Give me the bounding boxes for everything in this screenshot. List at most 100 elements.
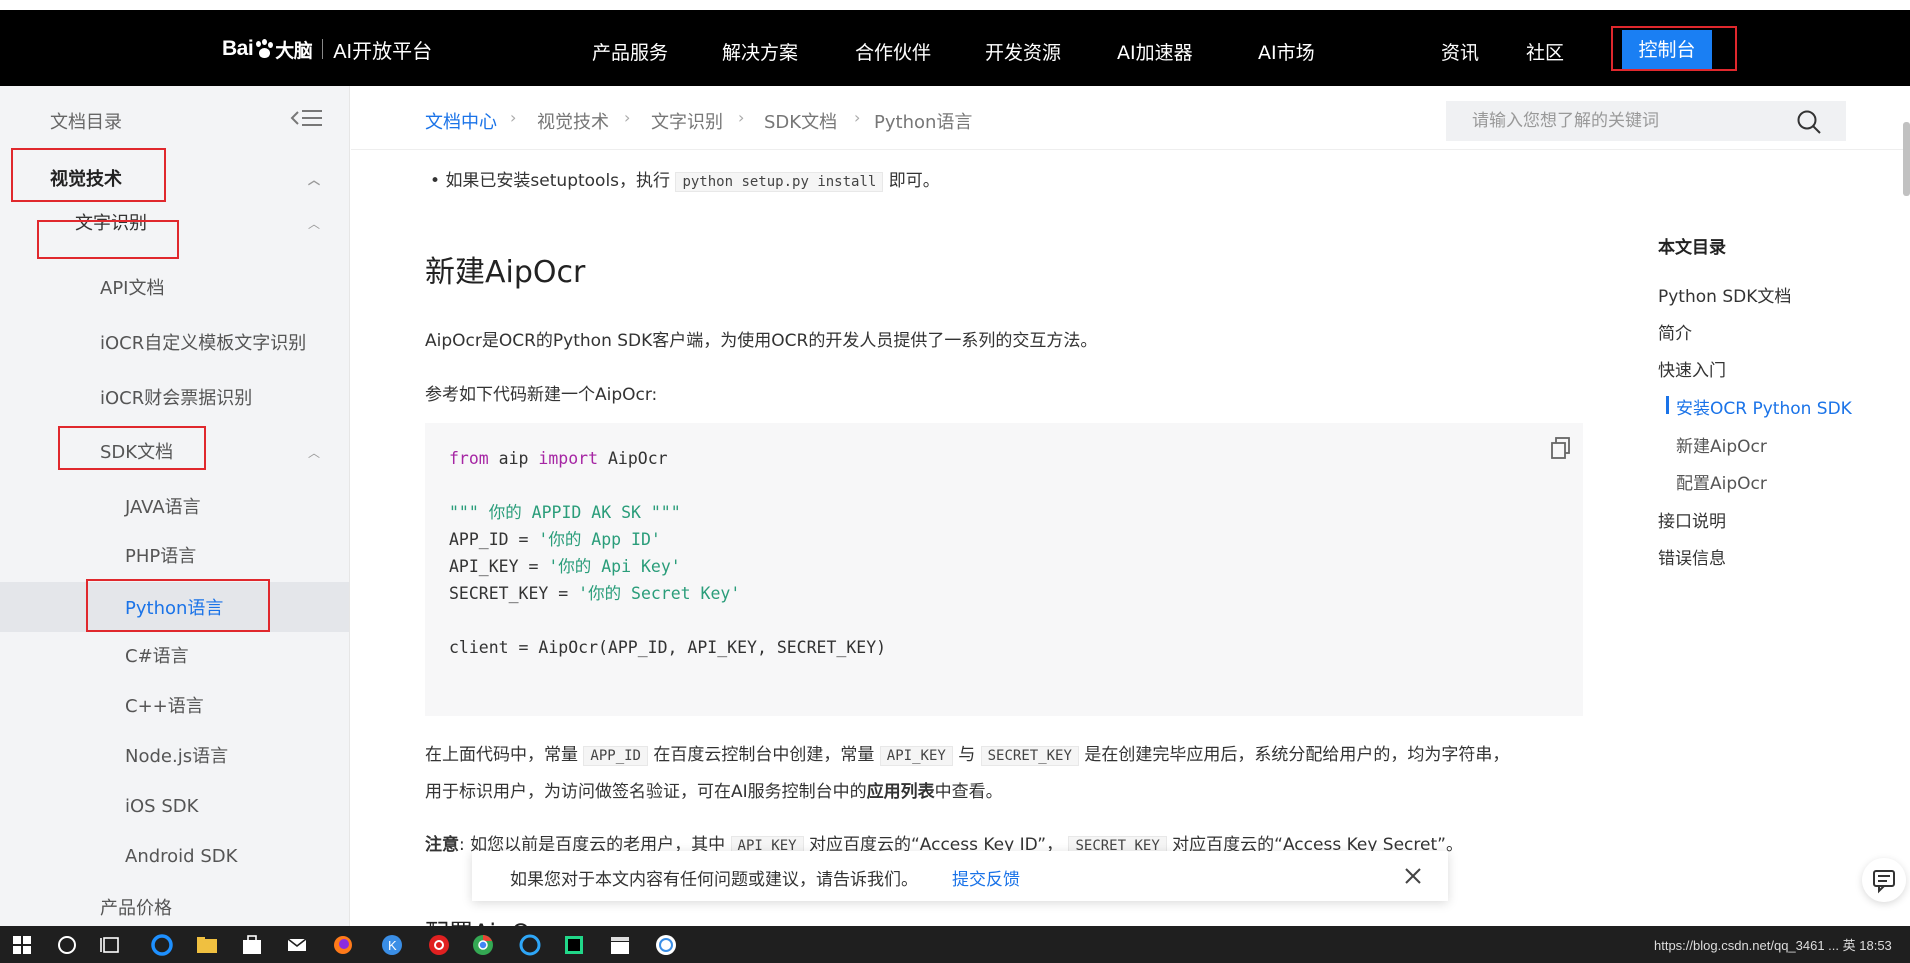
store-icon[interactable] <box>240 933 264 957</box>
logo-divider <box>322 39 324 59</box>
sidebar-item-ios[interactable]: iOS SDK <box>0 787 349 827</box>
netease-music-icon[interactable] <box>427 933 451 957</box>
nav-solutions[interactable]: 解决方案 <box>722 38 798 65</box>
nav-products[interactable]: 产品服务 <box>592 38 668 65</box>
submit-feedback-link[interactable]: 提交反馈 <box>952 865 1020 890</box>
search-input[interactable] <box>1446 101 1786 141</box>
chevron-up-icon: ︿ <box>308 173 321 187</box>
sidebar-item-iocr-template[interactable]: iOCR自定义模板文字识别 <box>0 324 349 364</box>
sidebar-item-cpp[interactable]: C++语言 <box>0 687 349 727</box>
toc-item-new-aipocr[interactable]: 新建AipOcr <box>1676 432 1767 457</box>
sidebar-item-iocr-finance[interactable]: iOCR财会票据识别 <box>0 379 349 419</box>
baidu-ai-logo[interactable]: Bai 大脑 AI开放平台 <box>222 34 432 64</box>
k-app-icon[interactable]: K <box>380 933 404 957</box>
sidebar-item-ocr[interactable]: 文字识别 ︿ <box>0 204 349 244</box>
chevron-right-icon: › <box>624 108 631 127</box>
chevron-right-icon: › <box>854 108 861 127</box>
toc-item-quickstart[interactable]: 快速入门 <box>1658 356 1726 381</box>
breadcrumb-sdk-docs[interactable]: SDK文档 <box>764 108 837 134</box>
close-icon[interactable] <box>1402 865 1424 887</box>
sidebar-item-php[interactable]: PHP语言 <box>0 537 349 577</box>
sidebar-item-label: SDK文档 <box>100 442 174 463</box>
breadcrumb-doc-center[interactable]: 文档中心 <box>425 108 497 134</box>
inline-code: API_KEY <box>879 746 953 766</box>
file-explorer-icon[interactable] <box>195 933 219 957</box>
bullet-suffix: 即可。 <box>888 171 940 191</box>
toc-item-python-sdk[interactable]: Python SDK文档 <box>1658 282 1791 307</box>
pycharm-icon[interactable] <box>562 933 586 957</box>
sidebar-item-python[interactable]: Python语言 <box>0 582 349 632</box>
console-button[interactable]: 控制台 <box>1622 30 1712 70</box>
nav-ai-accelerator[interactable]: AI加速器 <box>1117 38 1193 65</box>
inline-code: python setup.py install <box>675 172 884 192</box>
chat-icon[interactable] <box>1862 858 1906 902</box>
sidebar-item-android[interactable]: Android SDK <box>0 837 349 877</box>
sidebar: 文档目录 视觉技术 ︿ 文字识别 ︿ API文档 iOCR自定义模板文字识别 i… <box>0 86 350 926</box>
toc-active-indicator <box>1666 396 1669 414</box>
sidebar-item-csharp[interactable]: C#语言 <box>0 637 349 677</box>
svg-text:K: K <box>388 938 397 953</box>
logo-platform-text: AI开放平台 <box>333 40 433 63</box>
bullet-item: • 如果已安装setuptools，执行 python setup.py ins… <box>430 166 940 192</box>
note-label: 注意 <box>425 835 459 855</box>
clapper-icon[interactable] <box>608 933 632 957</box>
sidebar-item-pricing[interactable]: 产品价格 <box>0 889 349 926</box>
code-content: from aip import AipOcr """ 你的 APPID AK S… <box>449 449 887 657</box>
chrome-icon[interactable] <box>471 933 495 957</box>
nav-ai-market[interactable]: AI市场 <box>1258 38 1315 65</box>
copy-icon[interactable] <box>1550 436 1572 460</box>
sidebar-item-api-docs[interactable]: API文档 <box>0 269 349 309</box>
chevron-up-icon: ︿ <box>308 446 321 460</box>
sidebar-item-java[interactable]: JAVA语言 <box>0 488 349 528</box>
cloud-app-icon[interactable] <box>654 933 678 957</box>
next-section-heading: 配置AipOcr <box>425 913 553 926</box>
task-view-icon[interactable] <box>99 933 123 957</box>
toc-item-install-sdk[interactable]: 安装OCR Python SDK <box>1676 394 1852 419</box>
mail-icon[interactable] <box>285 933 309 957</box>
breadcrumb-ocr[interactable]: 文字识别 <box>651 108 723 134</box>
bullet-prefix: 如果已安装setuptools，执行 <box>445 171 671 191</box>
nav-community[interactable]: 社区 <box>1526 38 1564 65</box>
app-list-bold: 应用列表 <box>866 782 935 802</box>
toc-item-api-desc[interactable]: 接口说明 <box>1658 507 1726 532</box>
nav-news[interactable]: 资讯 <box>1441 38 1479 65</box>
search-circle-icon[interactable] <box>55 933 79 957</box>
sidebar-item-nodejs[interactable]: Node.js语言 <box>0 737 349 777</box>
breadcrumb-python: Python语言 <box>874 112 973 133</box>
scrollbar-thumb[interactable] <box>1903 122 1910 196</box>
chevron-right-icon: › <box>510 108 517 127</box>
section-heading: 新建AipOcr <box>425 255 586 290</box>
nav-dev-resources[interactable]: 开发资源 <box>985 38 1061 65</box>
toc-item-config-aipocr[interactable]: 配置AipOcr <box>1676 469 1767 494</box>
windows-start-icon[interactable] <box>10 933 34 957</box>
feedback-bar: 如果您对于本文内容有任何问题或建议，请告诉我们。 提交反馈 <box>472 851 1448 901</box>
bullet-dot: • <box>430 171 446 191</box>
search-icon[interactable] <box>1796 109 1822 135</box>
breadcrumb-vision[interactable]: 视觉技术 <box>537 108 609 134</box>
inline-code: SECRET_KEY <box>980 746 1079 766</box>
toc-item-errors[interactable]: 错误信息 <box>1658 544 1726 569</box>
intro-paragraph: AipOcr是OCR的Python SDK客户端，为使用OCR的开发人员提供了一… <box>425 331 1098 351</box>
toc-item-intro[interactable]: 简介 <box>1658 319 1692 344</box>
reference-paragraph: 参考如下代码新建一个AipOcr: <box>425 385 658 405</box>
chevron-up-icon: ︿ <box>308 217 321 231</box>
description-line-1: 在上面代码中，常量 APP_ID 在百度云控制台中创建，常量 API_KEY 与… <box>425 745 1510 766</box>
inline-code: APP_ID <box>583 746 648 766</box>
paw-icon <box>254 39 274 59</box>
system-tray: https://blog.csdn.net/qq_3461 ... 英 18:5… <box>1654 938 1892 953</box>
sidebar-title: 文档目录 <box>50 112 122 133</box>
code-block: from aip import AipOcr """ 你的 APPID AK S… <box>425 423 1583 716</box>
sidebar-item-label: 文字识别 <box>75 213 147 234</box>
sidebar-item-label: 视觉技术 <box>50 169 122 190</box>
firefox-icon[interactable] <box>331 933 355 957</box>
search-box <box>1446 101 1846 141</box>
sidebar-item-vision[interactable]: 视觉技术 ︿ <box>0 160 349 200</box>
description-line-2: 用于标识用户，为访问做签名验证，可在AI服务控制台中的应用列表中查看。 <box>425 782 1003 802</box>
windows-taskbar: K https://blog.csdn.net/qq_3461 ... 英 18… <box>0 926 1910 963</box>
edge-browser-icon[interactable] <box>150 933 174 957</box>
collapse-menu-icon[interactable] <box>290 106 322 130</box>
logo-bai-text: Bai <box>222 37 254 60</box>
qq-browser-icon[interactable] <box>518 933 542 957</box>
nav-partners[interactable]: 合作伙伴 <box>855 38 931 65</box>
sidebar-item-sdk-docs[interactable]: SDK文档 ︿ <box>0 433 349 473</box>
